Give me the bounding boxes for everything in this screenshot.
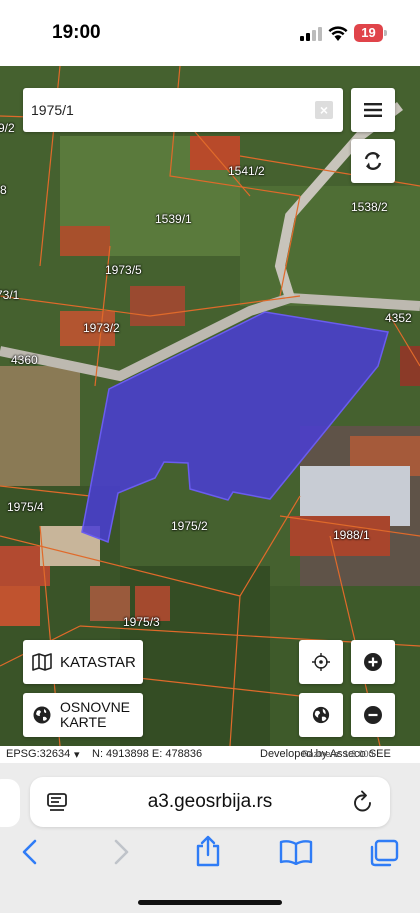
share-icon[interactable] [194,835,222,867]
base-maps-label: OSNOVNE KARTE [60,699,131,730]
back-icon[interactable] [20,839,40,865]
parcel-label: 1973/5 [105,263,142,277]
status-time: 19:00 [52,22,101,43]
earth-icon [312,706,330,724]
projection-label: EPSG:32634 [6,748,71,760]
parcel-label: 1538/2 [351,200,388,214]
battery-tip [384,30,387,36]
menu-button[interactable] [351,88,395,132]
coordinates-readout: N: 4913898 E: 478836 [92,748,203,760]
parcel-label: 1541/2 [228,164,265,178]
parcel-label: 1988/1 [333,528,370,542]
crosshair-icon [312,653,330,671]
parcel-label: 1975/4 [7,500,44,514]
home-indicator [138,900,282,905]
status-bar: 19:00 19 [0,0,420,66]
plus-icon [364,653,382,671]
parcel-label: 8 [0,183,7,197]
map-icon [32,653,52,671]
zoom-in-button[interactable] [351,640,395,684]
address-bar[interactable]: a3.geosrbija.rs [30,777,390,827]
locate-button[interactable] [299,640,343,684]
globe-icon [33,706,51,724]
reload-icon[interactable] [352,790,374,814]
refresh-button[interactable] [351,139,395,183]
parcel-label: 1973/2 [83,321,120,335]
bookmarks-icon[interactable] [279,839,313,865]
minus-icon [364,706,382,724]
katastar-label: KATASTAR [60,653,136,671]
map-footer: EPSG:32634 ▾ N: 4913898 E: 478836 Develo… [0,746,420,763]
scale-label: Razmera: 1:3 000 [302,749,374,759]
parcel-label: 73/1 [0,288,20,302]
world-view-button[interactable] [299,693,343,737]
parcel-search-box: × [23,88,343,132]
parcel-label: 4360 [11,353,38,367]
map-view[interactable]: 9/2 1541/2 8 1538/2 1539/1 1973/5 73/1 1… [0,66,420,746]
projection-dropdown-icon[interactable]: ▾ [74,748,80,761]
browser-toolbar: a3.geosrbija.rs [0,763,420,913]
forward-icon[interactable] [111,839,131,865]
battery-icon: 19 [354,24,383,42]
tabs-icon[interactable] [369,839,399,867]
parcel-label: 1975/3 [123,615,160,629]
parcel-search-input[interactable] [31,88,311,132]
parcel-label: 1975/2 [171,519,208,533]
clear-search-icon[interactable]: × [315,101,333,119]
zoom-out-button[interactable] [351,693,395,737]
url-text: a3.geosrbija.rs [147,791,273,812]
parcel-label: 1539/1 [155,212,192,226]
previous-tab-preview[interactable] [0,779,20,827]
parcel-label: 4352 [385,311,412,325]
parcel-label: 9/2 [0,121,15,135]
base-maps-button[interactable]: OSNOVNE KARTE [23,693,143,737]
hamburger-menu-icon [364,103,382,117]
katastar-button[interactable]: KATASTAR [23,640,143,684]
refresh-icon [364,152,382,170]
cellular-signal-icon [300,27,322,41]
wifi-icon [328,26,348,41]
